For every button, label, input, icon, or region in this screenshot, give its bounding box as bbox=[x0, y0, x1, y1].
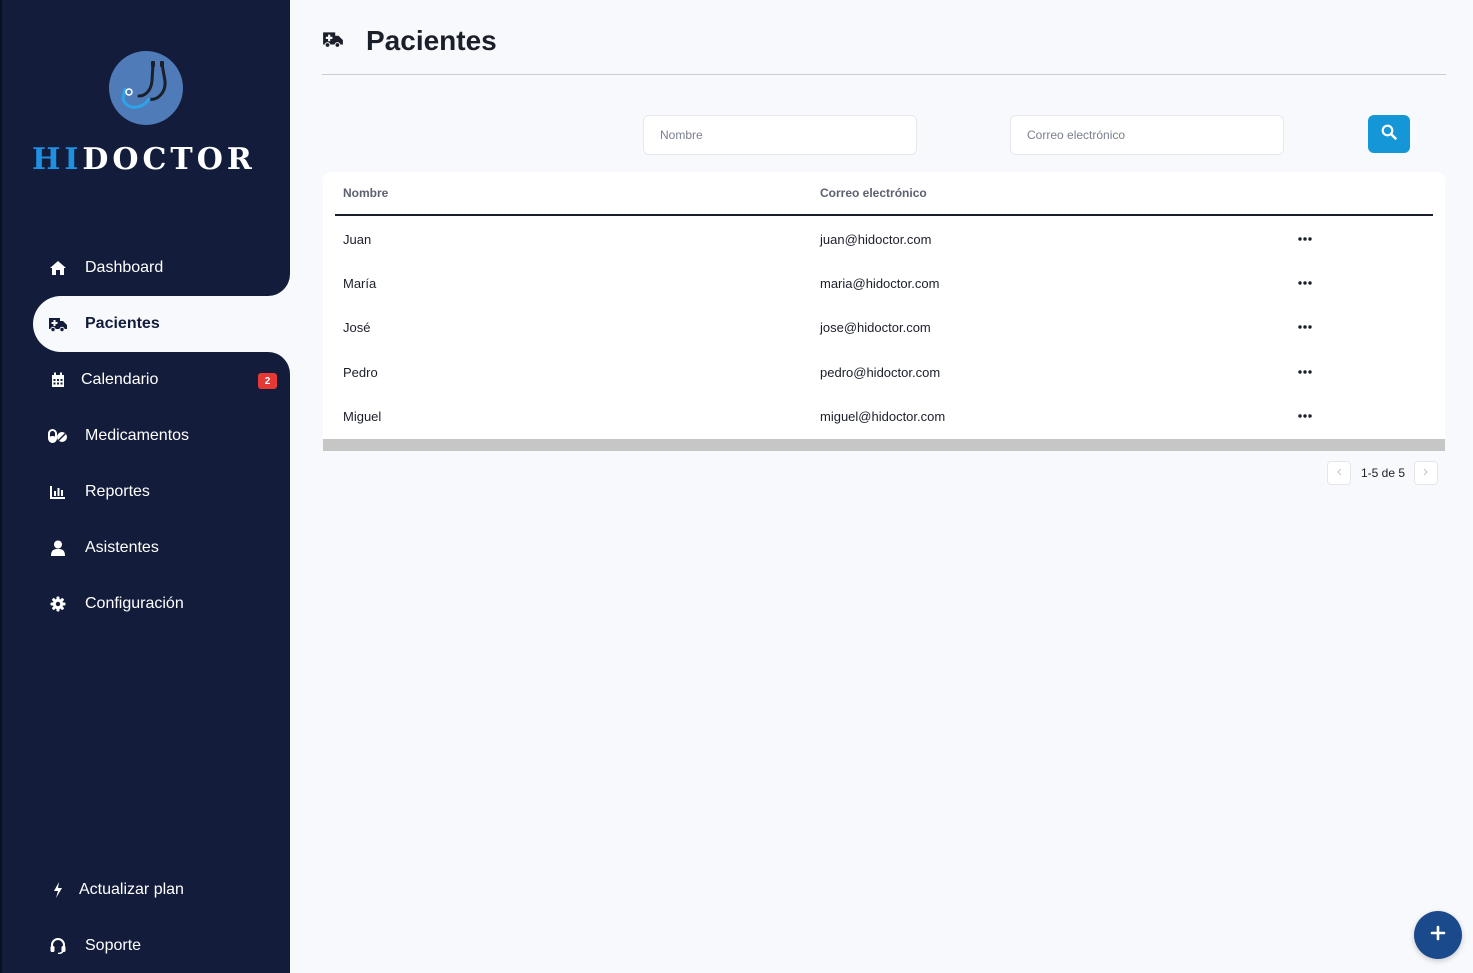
sidebar-item-asistentes[interactable]: Asistentes bbox=[33, 520, 290, 576]
sidebar-item-dashboard[interactable]: Dashboard bbox=[33, 240, 290, 296]
table-row[interactable]: Juan juan@hidoctor.com bbox=[335, 217, 1433, 261]
email-filter-input[interactable] bbox=[1010, 115, 1284, 155]
calendar-badge: 2 bbox=[258, 373, 277, 389]
logo-stethoscope-icon bbox=[109, 51, 183, 125]
sidebar-item-label: Medicamentos bbox=[85, 427, 190, 444]
more-options-icon[interactable] bbox=[1298, 394, 1312, 438]
page-title: Pacientes bbox=[366, 25, 497, 56]
headset-icon bbox=[47, 935, 69, 957]
patient-name: María bbox=[343, 275, 377, 291]
table-header-divider bbox=[335, 214, 1433, 216]
sidebar-item-label: Pacientes bbox=[85, 315, 160, 332]
pills-icon bbox=[47, 425, 69, 447]
sidebar-item-configuracion[interactable]: Configuración bbox=[33, 576, 290, 632]
horizontal-scrollbar[interactable] bbox=[323, 439, 1445, 451]
patient-name: José bbox=[343, 319, 371, 335]
chart-icon bbox=[47, 481, 69, 503]
title-divider bbox=[322, 74, 1446, 75]
patient-name: Miguel bbox=[343, 408, 382, 424]
patient-email: jose@hidoctor.com bbox=[820, 319, 931, 335]
add-patient-button[interactable] bbox=[1414, 911, 1462, 959]
patient-email: juan@hidoctor.com bbox=[820, 231, 932, 247]
table-row[interactable]: María maria@hidoctor.com bbox=[335, 261, 1433, 305]
ambulance-icon bbox=[47, 313, 69, 335]
home-icon bbox=[47, 257, 69, 279]
sidebar-item-label: Dashboard bbox=[85, 259, 164, 276]
more-options-icon[interactable] bbox=[1298, 305, 1312, 349]
brand-doctor: DOCTOR bbox=[82, 142, 256, 177]
search-button[interactable] bbox=[1368, 115, 1410, 153]
plus-icon bbox=[1430, 925, 1446, 946]
patient-email: pedro@hidoctor.com bbox=[820, 364, 941, 380]
table-row[interactable]: Miguel miguel@hidoctor.com bbox=[335, 394, 1433, 438]
name-filter-input[interactable] bbox=[643, 115, 917, 155]
sidebar-item-calendario[interactable]: Calendario 2 bbox=[33, 352, 290, 408]
sidebar-item-label: Soporte bbox=[85, 937, 142, 954]
chevron-left-icon bbox=[1336, 467, 1342, 479]
more-options-icon[interactable] bbox=[1298, 350, 1312, 394]
calendar-icon bbox=[47, 369, 69, 391]
sidebar-item-label: Calendario bbox=[81, 371, 159, 388]
patient-name: Juan bbox=[343, 231, 372, 247]
sidebar-item-reportes[interactable]: Reportes bbox=[33, 464, 290, 520]
pagination-label: 1-5 de 5 bbox=[1360, 466, 1406, 480]
more-options-icon[interactable] bbox=[1298, 217, 1312, 261]
previous-page-button[interactable] bbox=[1327, 461, 1351, 485]
table-row[interactable]: José jose@hidoctor.com bbox=[335, 305, 1433, 349]
patient-name: Pedro bbox=[343, 364, 378, 380]
more-options-icon[interactable] bbox=[1298, 261, 1312, 305]
sidebar-item-soporte[interactable]: Soporte bbox=[33, 918, 290, 973]
gear-icon bbox=[47, 593, 69, 615]
sidebar-item-label: Configuración bbox=[85, 595, 184, 612]
column-header-correo[interactable]: Correo electrónico bbox=[820, 186, 927, 200]
brand-hi: HI bbox=[32, 142, 83, 177]
column-header-nombre[interactable]: Nombre bbox=[343, 186, 388, 200]
sidebar-item-medicamentos[interactable]: Medicamentos bbox=[33, 408, 290, 464]
user-icon bbox=[47, 537, 69, 559]
search-icon bbox=[1381, 124, 1397, 145]
patient-email: miguel@hidoctor.com bbox=[820, 408, 946, 424]
brand-logo: HIDOCTOR bbox=[32, 142, 272, 177]
next-page-button[interactable] bbox=[1414, 461, 1438, 485]
sidebar-item-label: Asistentes bbox=[85, 539, 159, 556]
table-row[interactable]: Pedro pedro@hidoctor.com bbox=[335, 350, 1433, 394]
sidebar-item-label: Actualizar plan bbox=[79, 881, 184, 898]
patient-email: maria@hidoctor.com bbox=[820, 275, 940, 291]
ambulance-icon bbox=[322, 30, 344, 53]
page-header: Pacientes bbox=[322, 22, 497, 60]
chevron-right-icon bbox=[1423, 467, 1429, 479]
bolt-icon bbox=[47, 879, 69, 901]
sidebar-item-pacientes[interactable]: Pacientes bbox=[33, 296, 290, 352]
sidebar-item-label: Reportes bbox=[85, 483, 150, 500]
sidebar-item-actualizar-plan[interactable]: Actualizar plan bbox=[33, 862, 290, 918]
